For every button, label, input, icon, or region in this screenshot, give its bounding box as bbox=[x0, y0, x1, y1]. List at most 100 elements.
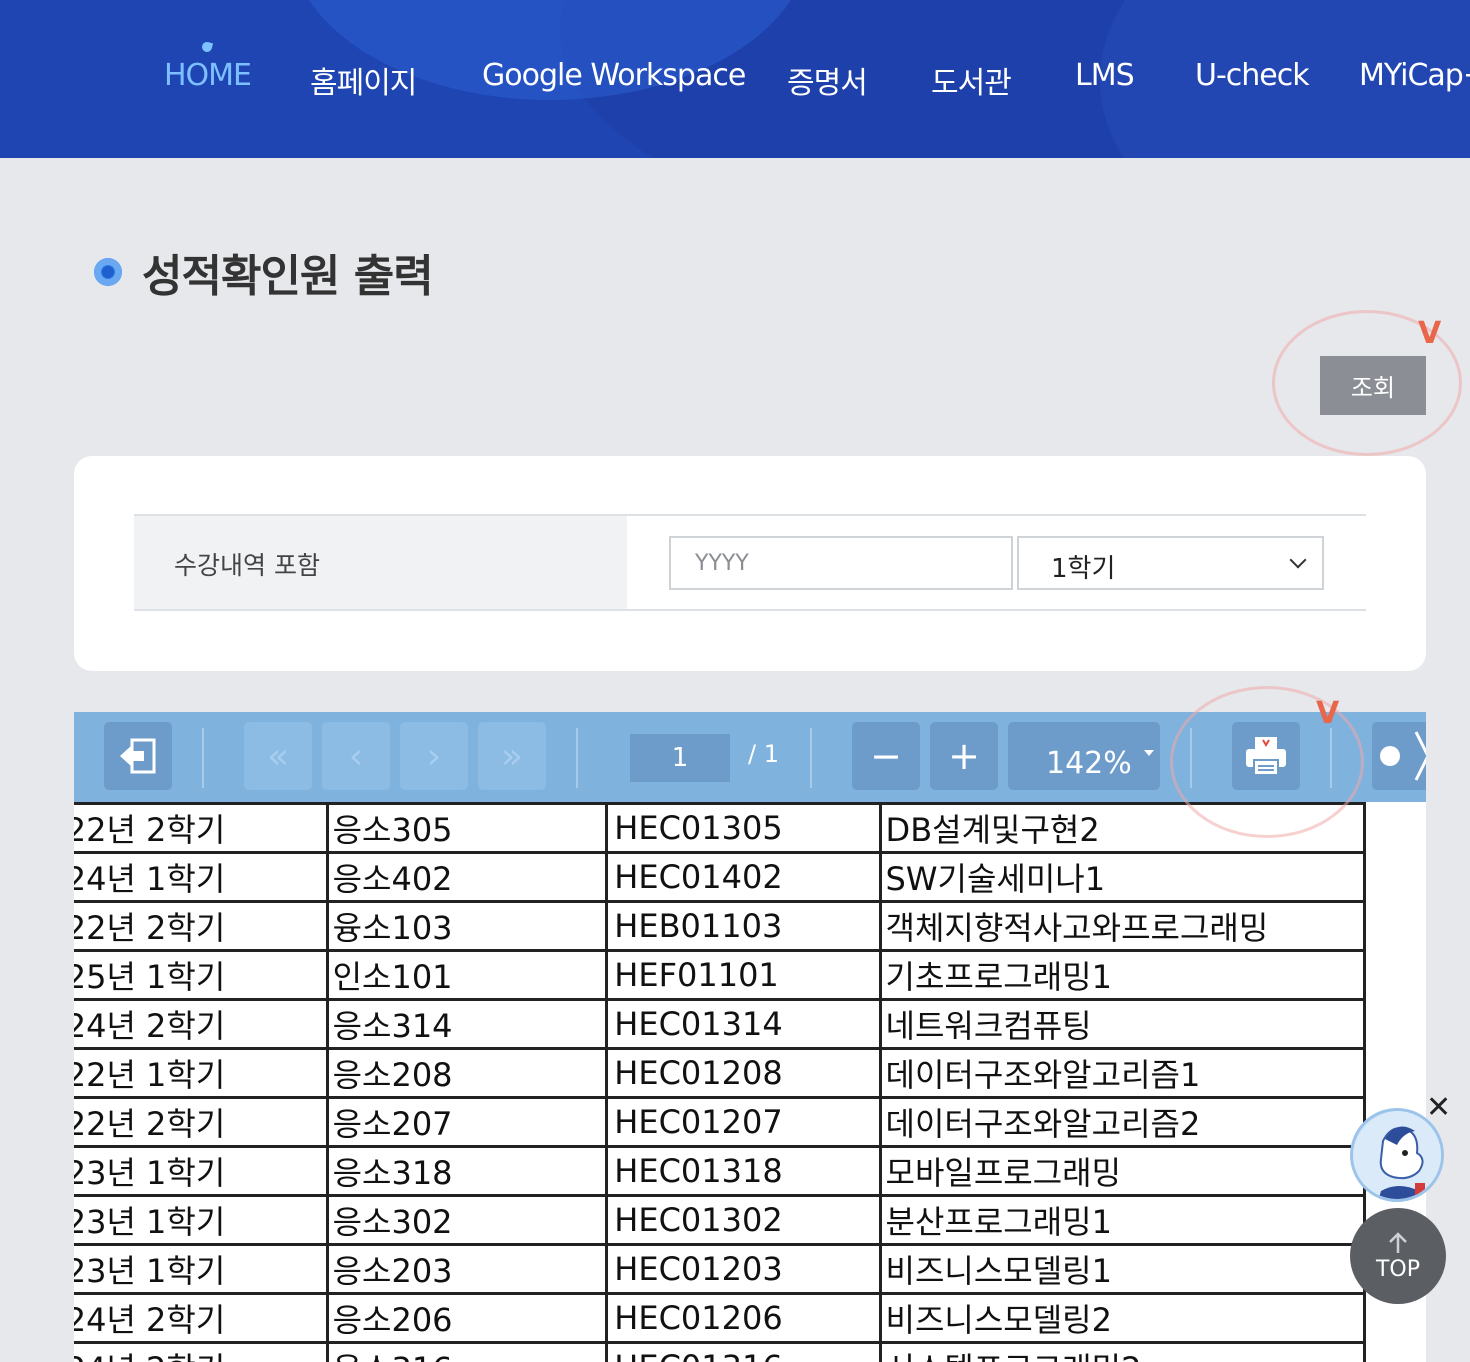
course-number-cell: 응소314 bbox=[325, 998, 609, 1050]
table-row: 2024년 1학기응소402HEC01402SW기술세미나1 bbox=[74, 851, 1367, 903]
page-number-input[interactable]: 1 bbox=[630, 734, 730, 782]
print-icon bbox=[1246, 737, 1286, 776]
double-chevron-left-icon: « bbox=[266, 735, 290, 777]
nav-item-google-workspace[interactable]: Google Workspace bbox=[482, 58, 746, 93]
table-row: 2022년 2학기응소305HEC01305DB설계및구현2 bbox=[74, 802, 1367, 854]
course-number-cell: 응소203 bbox=[325, 1243, 609, 1295]
course-name-cell: 비즈니스모델링1 bbox=[878, 1243, 1367, 1295]
grade-table: 2022년 2학기응소305HEC01305DB설계및구현22024년 1학기응… bbox=[74, 802, 1367, 1362]
course-code-cell: HEB01103 bbox=[605, 900, 882, 952]
course-number-cell: 응소302 bbox=[325, 1194, 609, 1246]
course-number-cell: 응소305 bbox=[325, 802, 609, 854]
nav-item-ucheck[interactable]: U-check bbox=[1195, 58, 1310, 93]
table-row: 2023년 1학기응소318HEC01318모바일프로그래밍 bbox=[74, 1145, 1367, 1197]
course-number-cell: 융소103 bbox=[325, 900, 609, 952]
annotation-check-mark: V bbox=[1418, 316, 1442, 351]
toolbar-separator bbox=[810, 728, 812, 788]
course-code-cell: HEC01314 bbox=[605, 998, 882, 1050]
course-code-cell: HEC01305 bbox=[605, 802, 882, 854]
term-cell: 2023년 1학기 bbox=[74, 1243, 329, 1295]
title-bullet-icon bbox=[94, 258, 122, 286]
filter-label-cell: 수강내역 포함 bbox=[134, 516, 627, 609]
course-number-cell: 응소208 bbox=[325, 1047, 609, 1099]
course-number-cell: 응소402 bbox=[325, 851, 609, 903]
mascot-avatar-icon bbox=[1353, 1111, 1441, 1199]
first-page-button[interactable]: « bbox=[244, 722, 312, 790]
nav-item-library[interactable]: 도서관 bbox=[931, 58, 1012, 102]
course-name-cell: 데이터구조와알고리즘2 bbox=[878, 1096, 1367, 1148]
print-button[interactable] bbox=[1232, 722, 1300, 790]
course-name-cell: 모바일프로그래밍 bbox=[878, 1145, 1367, 1197]
course-number-cell: 응소318 bbox=[325, 1145, 609, 1197]
filter-row: 수강내역 포함 1학기 bbox=[134, 514, 1366, 611]
year-input[interactable] bbox=[669, 536, 1013, 590]
annotation-check-mark: V bbox=[1316, 696, 1340, 731]
arrow-up-icon bbox=[1389, 1231, 1407, 1253]
next-page-button[interactable]: › bbox=[400, 722, 468, 790]
zoom-out-button[interactable]: − bbox=[852, 722, 920, 790]
exit-icon bbox=[120, 738, 156, 774]
table-row: 2024년 2학기응소206HEC01206비즈니스모델링2 bbox=[74, 1292, 1367, 1344]
chevron-left-icon: ‹ bbox=[348, 735, 364, 777]
term-cell: 2022년 2학기 bbox=[74, 802, 329, 854]
zoom-in-button[interactable]: + bbox=[930, 722, 998, 790]
course-name-cell: 네트워크컴퓨팅 bbox=[878, 998, 1367, 1050]
plus-icon: + bbox=[948, 734, 980, 778]
toolbar-separator bbox=[1330, 728, 1332, 788]
course-name-cell: SW기술세미나1 bbox=[878, 851, 1367, 903]
previous-page-button[interactable]: ‹ bbox=[322, 722, 390, 790]
toolbar-separator bbox=[576, 728, 578, 788]
filter-card: 수강내역 포함 1학기 bbox=[74, 456, 1426, 671]
filter-label: 수강내역 포함 bbox=[174, 551, 320, 580]
term-cell: 2024년 2학기 bbox=[74, 1341, 329, 1362]
scroll-to-top-button[interactable]: TOP bbox=[1350, 1208, 1446, 1304]
term-cell: 2024년 2학기 bbox=[74, 998, 329, 1050]
report-viewer: « ‹ › » 1 / 1 − + 142% 2년 2학기 응소305 HEC0… bbox=[74, 712, 1426, 1362]
term-select[interactable]: 1학기 bbox=[1017, 536, 1324, 590]
query-button[interactable]: 조회 bbox=[1320, 356, 1426, 415]
term-cell: 2022년 1학기 bbox=[74, 1047, 329, 1099]
term-cell: 2023년 1학기 bbox=[74, 1194, 329, 1246]
term-cell: 2024년 2학기 bbox=[74, 1292, 329, 1344]
minus-icon: − bbox=[870, 734, 902, 778]
toolbar-separator bbox=[1190, 728, 1192, 788]
course-code-cell: HEC01208 bbox=[605, 1047, 882, 1099]
term-select-value: 1학기 bbox=[1051, 554, 1116, 584]
viewer-toolbar: « ‹ › » 1 / 1 − + 142% bbox=[74, 712, 1426, 802]
course-number-cell: 응소206 bbox=[325, 1292, 609, 1344]
table-row: 2023년 1학기응소203HEC01203비즈니스모델링1 bbox=[74, 1243, 1367, 1295]
nav-item-homepage[interactable]: 홈페이지 bbox=[310, 58, 417, 102]
chevron-right-icon: › bbox=[426, 735, 442, 777]
course-code-cell: HEC01302 bbox=[605, 1194, 882, 1246]
course-name-cell: 비즈니스모델링2 bbox=[878, 1292, 1367, 1344]
last-page-button[interactable]: » bbox=[478, 722, 546, 790]
chevron-right-icon bbox=[1380, 731, 1426, 781]
course-code-cell: HEC01402 bbox=[605, 851, 882, 903]
table-row: 2024년 2학기응소314HEC01314네트워크컴퓨팅 bbox=[74, 998, 1367, 1050]
top-button-label: TOP bbox=[1375, 1256, 1421, 1282]
chevron-down-icon bbox=[1289, 551, 1307, 569]
mascot-chatbot-button[interactable] bbox=[1350, 1108, 1444, 1202]
course-code-cell: HEC01206 bbox=[605, 1292, 882, 1344]
active-nav-indicator-icon bbox=[200, 40, 214, 54]
zoom-select[interactable]: 142% bbox=[1008, 722, 1160, 790]
term-cell: 2023년 1학기 bbox=[74, 1145, 329, 1197]
nav-item-certificate[interactable]: 증명서 bbox=[787, 58, 868, 102]
close-icon[interactable]: ✕ bbox=[1426, 1090, 1451, 1125]
term-cell: 2022년 2학기 bbox=[74, 900, 329, 952]
course-code-cell: HEC01203 bbox=[605, 1243, 882, 1295]
table-row: 2023년 1학기응소302HEC01302분산프로그래밍1 bbox=[74, 1194, 1367, 1246]
course-number-cell: 인소101 bbox=[325, 949, 609, 1001]
term-cell: 2022년 2학기 bbox=[74, 1096, 329, 1148]
nav-item-home[interactable]: HOME bbox=[164, 58, 252, 93]
nav-item-lms[interactable]: LMS bbox=[1075, 58, 1135, 93]
term-cell: 2024년 1학기 bbox=[74, 851, 329, 903]
course-number-cell: 응소207 bbox=[325, 1096, 609, 1148]
course-name-cell: 객체지향적사고와프로그래밍 bbox=[878, 900, 1367, 952]
toolbar-separator bbox=[202, 728, 204, 788]
exit-button[interactable] bbox=[104, 722, 172, 790]
table-row: 2022년 2학기응소207HEC01207데이터구조와알고리즘2 bbox=[74, 1096, 1367, 1148]
more-button[interactable] bbox=[1372, 722, 1426, 790]
zoom-value: 142% bbox=[1046, 746, 1132, 781]
nav-item-myicap[interactable]: MYiCap+ bbox=[1359, 58, 1470, 93]
